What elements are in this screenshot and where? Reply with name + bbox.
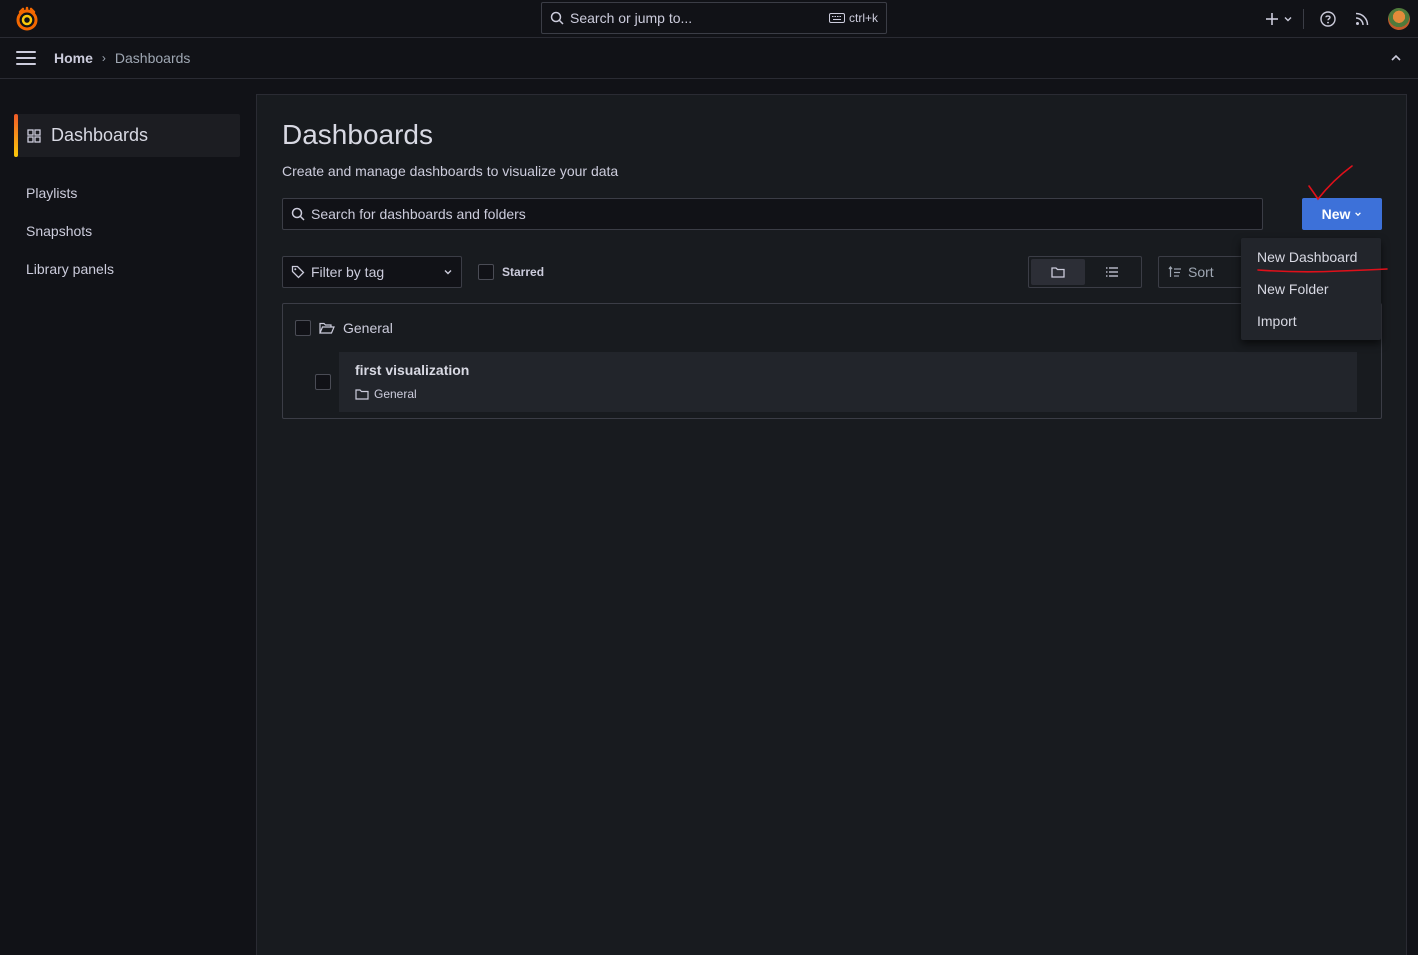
- global-search-input[interactable]: Search or jump to... ctrl+k: [541, 2, 887, 34]
- dashboard-row-checkbox[interactable]: [315, 374, 331, 390]
- menu-toggle-icon[interactable]: [16, 51, 36, 65]
- page-subtitle: Create and manage dashboards to visualiz…: [282, 163, 619, 179]
- global-search-placeholder: Search or jump to...: [570, 10, 693, 26]
- page-title: Dashboards: [282, 119, 433, 150]
- help-button[interactable]: [1314, 0, 1342, 38]
- news-button[interactable]: [1342, 0, 1382, 38]
- menu-item-import[interactable]: Import: [1241, 305, 1381, 337]
- new-button-label: New: [1321, 206, 1351, 222]
- rss-icon: [1355, 12, 1369, 26]
- grafana-logo-icon[interactable]: [14, 6, 40, 32]
- folder-view-button[interactable]: [1031, 259, 1085, 285]
- top-right-actions: [1265, 0, 1418, 38]
- chevron-down-icon: [444, 270, 452, 275]
- sort-label: Sort: [1188, 264, 1214, 280]
- tag-filter-placeholder: Filter by tag: [311, 264, 385, 280]
- menu-item-new-dashboard[interactable]: New Dashboard: [1241, 241, 1381, 273]
- breadcrumb: Home › Dashboards: [0, 38, 1418, 79]
- folder-checkbox[interactable]: [295, 320, 311, 336]
- folder-icon: [355, 389, 369, 400]
- apps-icon: [27, 128, 41, 143]
- sidebar-item-dashboards[interactable]: Dashboards: [14, 114, 240, 157]
- section-nav: Dashboards Playlists Snapshots Library p…: [0, 79, 256, 955]
- dashboard-location-label: General: [374, 387, 417, 401]
- avatar[interactable]: [1388, 8, 1410, 30]
- main-panel: Dashboards Create and manage dashboards …: [256, 94, 1407, 955]
- active-indicator: [14, 114, 18, 157]
- sidebar-item-playlists[interactable]: Playlists: [26, 185, 77, 201]
- dashboard-browse-list: General first visualization General: [282, 303, 1382, 419]
- tag-icon: [291, 265, 305, 279]
- sidebar-item-snapshots[interactable]: Snapshots: [26, 223, 92, 239]
- view-mode-toggle: [1028, 256, 1142, 288]
- dashboard-search-input[interactable]: Search for dashboards and folders: [282, 198, 1263, 230]
- search-icon: [291, 207, 305, 221]
- folder-icon: [1051, 267, 1065, 278]
- folder-open-icon: [319, 322, 335, 334]
- top-bar: Search or jump to... ctrl+k: [0, 0, 1418, 38]
- menu-item-new-folder[interactable]: New Folder: [1241, 273, 1381, 305]
- folder-name: General: [343, 320, 393, 336]
- search-icon: [550, 11, 564, 25]
- search-shortcut-label: ctrl+k: [848, 11, 878, 25]
- chevron-up-icon[interactable]: [1390, 52, 1402, 64]
- help-icon: [1320, 11, 1336, 27]
- list-view-button[interactable]: [1085, 259, 1139, 285]
- new-dropdown-menu: New Dashboard New Folder Import: [1241, 238, 1381, 340]
- topbar-divider: [1303, 9, 1304, 29]
- sort-icon: [1168, 266, 1181, 277]
- sidebar-item-library-panels[interactable]: Library panels: [26, 261, 114, 277]
- starred-label: Starred: [502, 265, 545, 279]
- starred-filter[interactable]: Starred: [478, 264, 544, 280]
- folder-header-general[interactable]: General: [295, 320, 393, 336]
- list-item[interactable]: first visualization General: [339, 352, 1357, 412]
- breadcrumb-home[interactable]: Home: [54, 50, 93, 66]
- breadcrumb-separator: ›: [101, 51, 106, 65]
- keyboard-icon: [828, 13, 845, 23]
- breadcrumb-current: Dashboards: [114, 50, 191, 66]
- sidebar-item-label: Dashboards: [51, 125, 149, 145]
- new-button[interactable]: New: [1302, 198, 1382, 230]
- plus-icon: [1266, 13, 1278, 25]
- dashboard-location: General: [355, 387, 417, 401]
- dashboard-search-placeholder: Search for dashboards and folders: [311, 206, 526, 222]
- search-shortcut-hint: ctrl+k: [828, 11, 878, 25]
- tag-filter-select[interactable]: Filter by tag: [282, 256, 462, 288]
- add-menu-button[interactable]: [1265, 0, 1293, 38]
- sort-select[interactable]: Sort: [1158, 256, 1248, 288]
- dashboard-title[interactable]: first visualization: [355, 362, 469, 378]
- chevron-down-icon: [1355, 212, 1362, 217]
- starred-checkbox[interactable]: [478, 264, 494, 280]
- chevron-down-icon: [1284, 17, 1292, 22]
- list-icon: [1106, 267, 1118, 277]
